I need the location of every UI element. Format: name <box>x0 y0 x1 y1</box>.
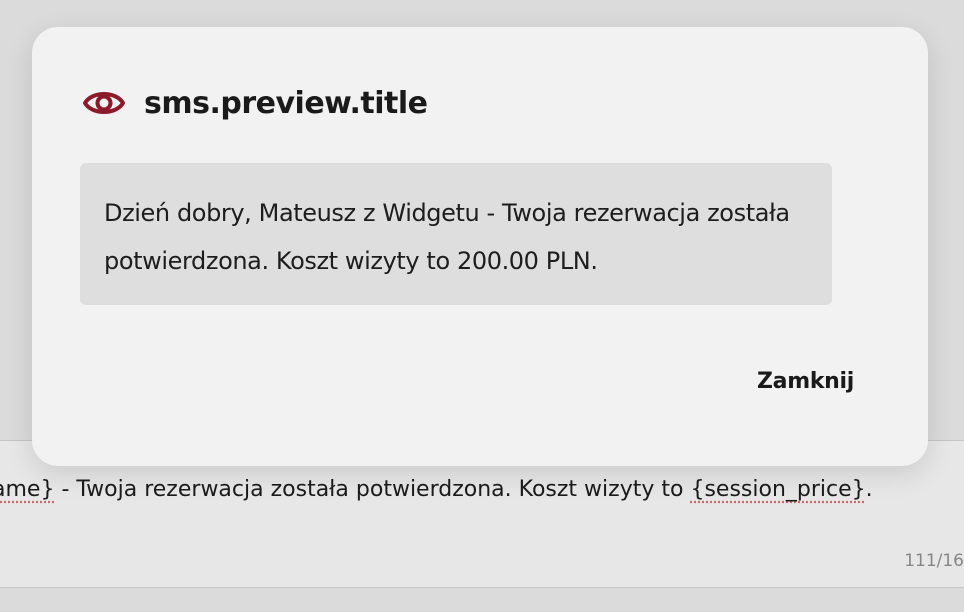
sms-preview-dialog: sms.preview.title Dzień dobry, Mateusz z… <box>32 27 928 466</box>
dialog-title: sms.preview.title <box>144 85 428 121</box>
close-button[interactable]: Zamknij <box>757 369 854 394</box>
sms-preview-text: Dzień dobry, Mateusz z Widgetu - Twoja r… <box>80 163 832 305</box>
dialog-header: sms.preview.title <box>82 83 428 123</box>
eye-icon <box>82 87 126 119</box>
